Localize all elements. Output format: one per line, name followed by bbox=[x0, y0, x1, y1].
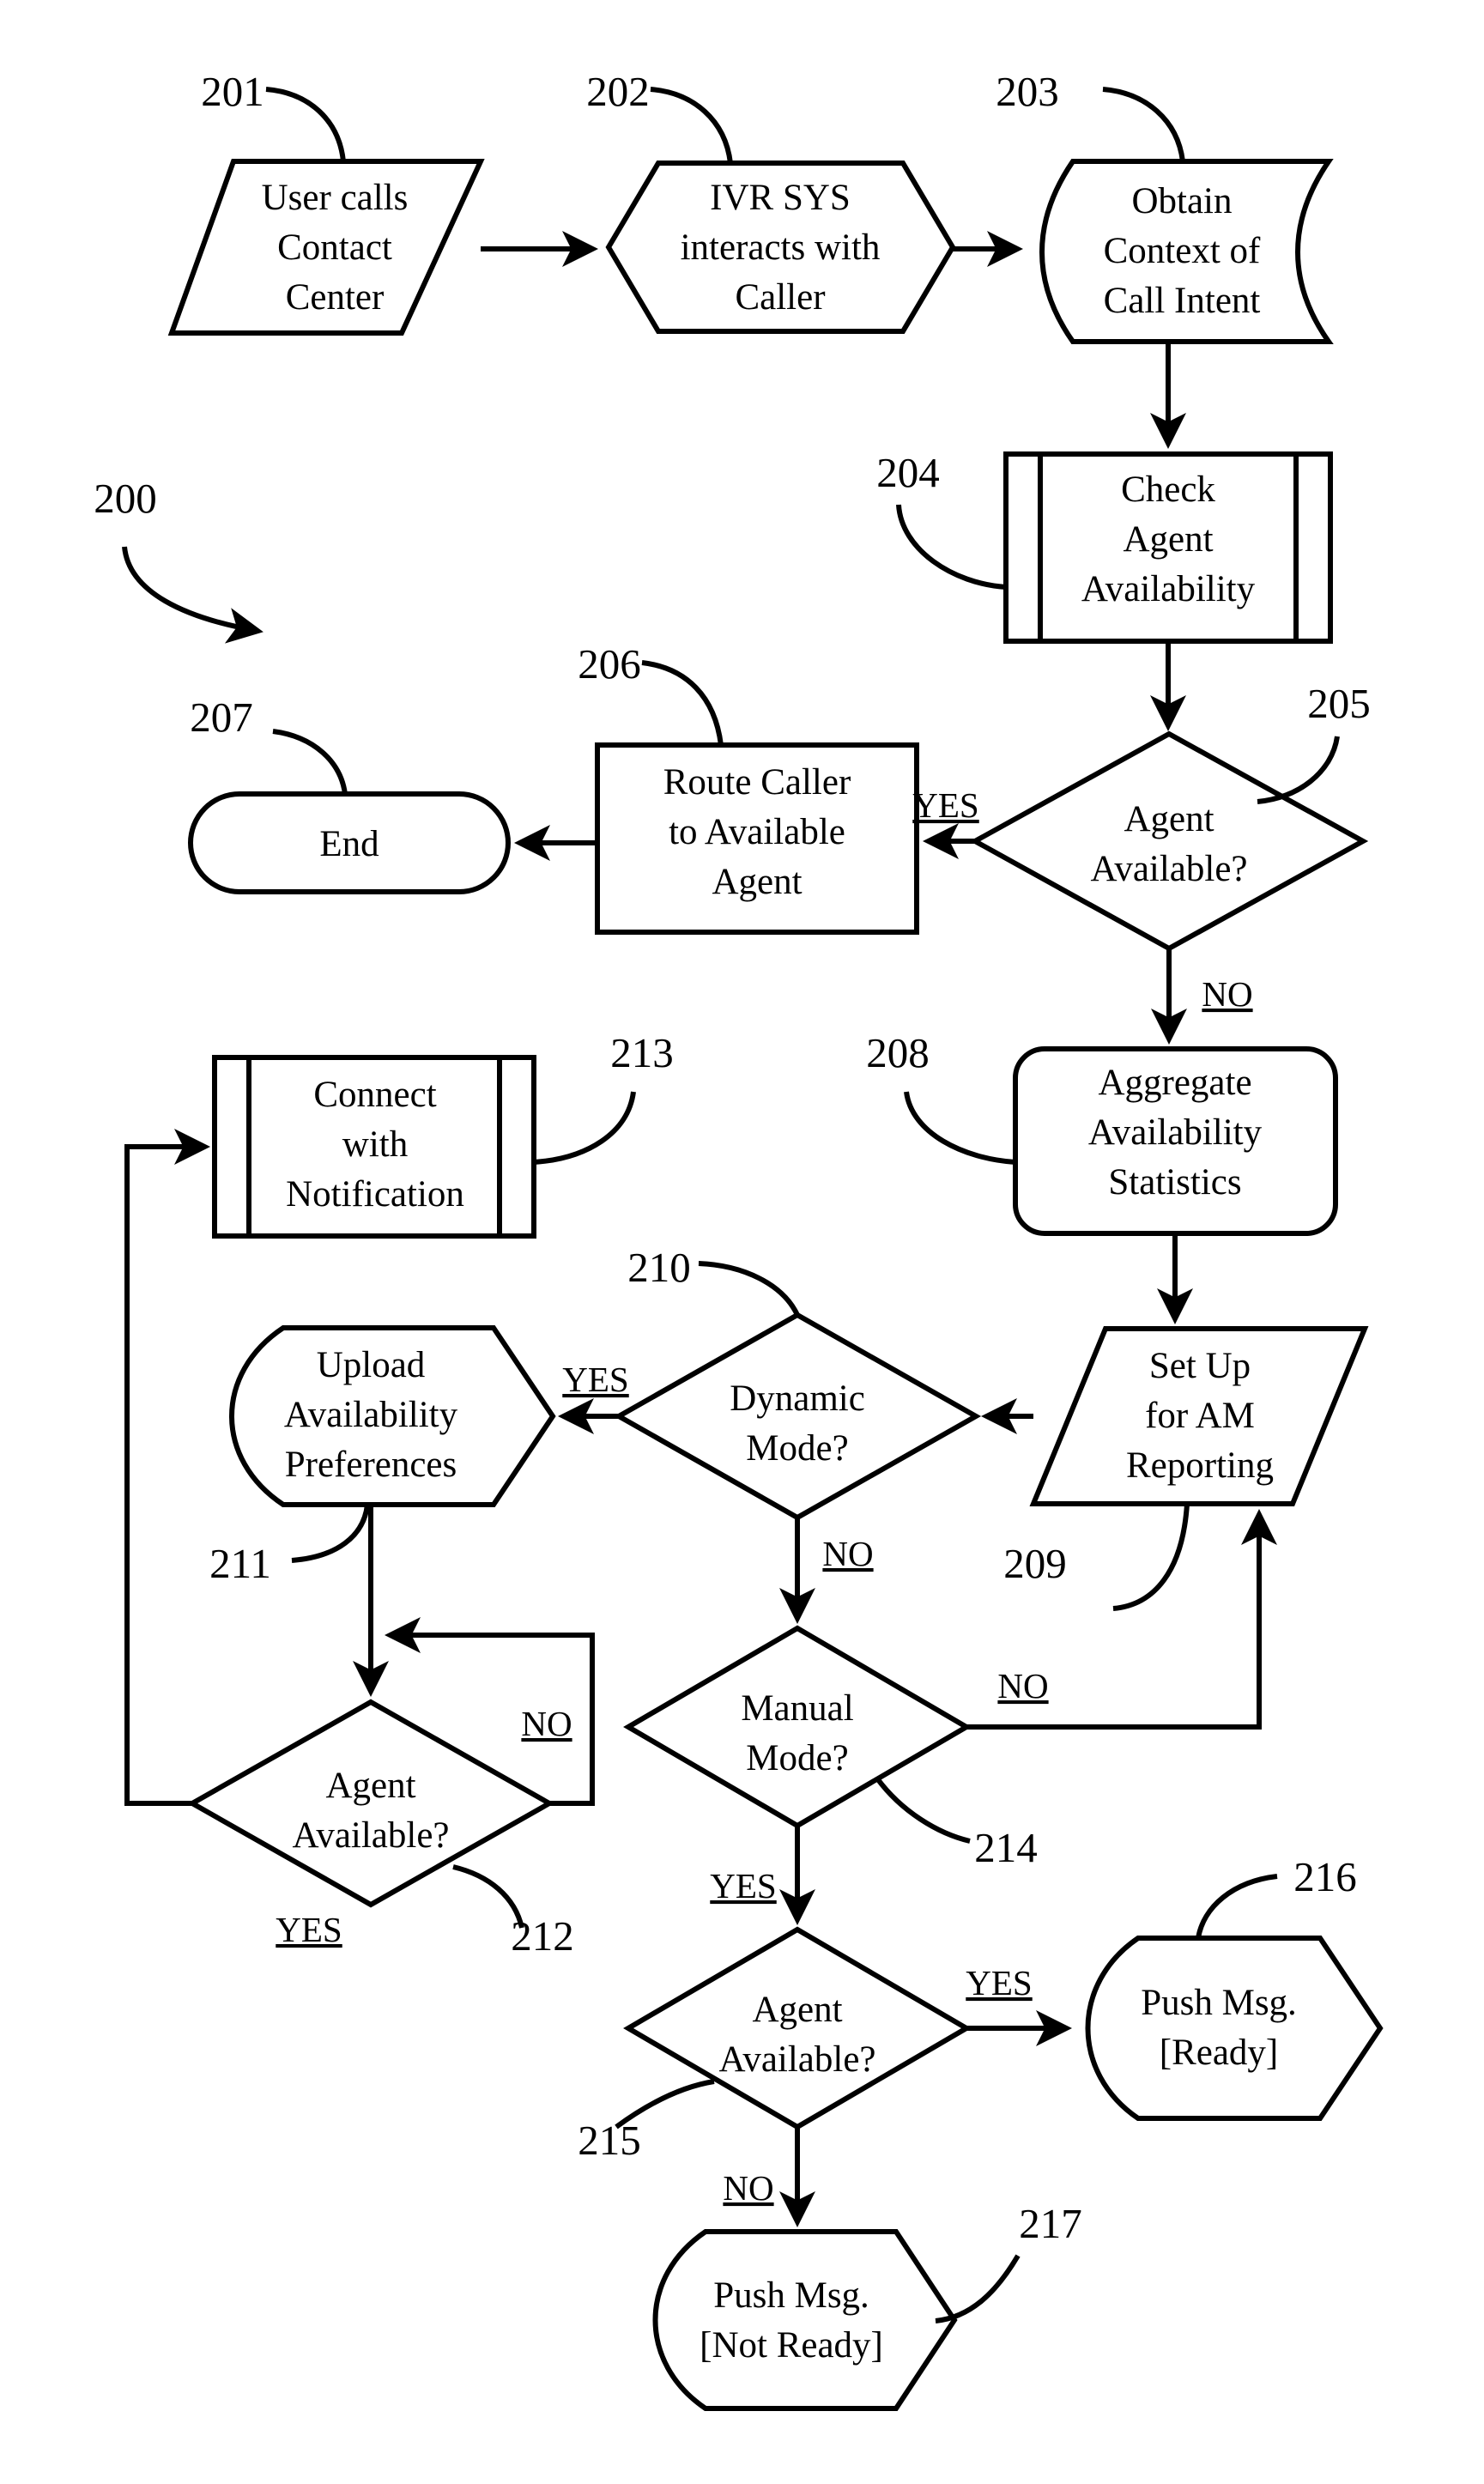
edge-label-212-yes: YES bbox=[276, 1910, 342, 1949]
node-208-line-2: Availability bbox=[1088, 1112, 1263, 1153]
edge-label-210-yes: YES bbox=[562, 1360, 628, 1399]
node-215-ref: 215 bbox=[578, 2117, 641, 2164]
node-201-line-3: Center bbox=[286, 277, 385, 318]
node-205-line-2: Available? bbox=[1090, 849, 1247, 889]
edge-label-215-no: NO bbox=[723, 2168, 773, 2208]
node-216-line-2: [Ready] bbox=[1160, 2033, 1279, 2073]
node-210-line-2: Mode? bbox=[746, 1428, 848, 1469]
node-213-line-3: Notification bbox=[286, 1174, 464, 1215]
node-201-ref: 201 bbox=[201, 68, 264, 115]
edge-label-205-yes: YES bbox=[912, 785, 978, 825]
node-211-ref: 211 bbox=[209, 1540, 271, 1587]
node-204-ref: 204 bbox=[876, 449, 940, 496]
node-201-line-2: Contact bbox=[277, 227, 392, 268]
node-213-line-1: Connect bbox=[313, 1075, 436, 1115]
node-204-line-2: Agent bbox=[1123, 519, 1213, 560]
node-202-ref: 202 bbox=[586, 68, 650, 115]
node-217-line-2: [Not Ready] bbox=[700, 2325, 883, 2366]
node-209-line-2: for AM bbox=[1145, 1396, 1255, 1436]
edge-label-210-no: NO bbox=[822, 1534, 873, 1573]
edge-label-214-no: NO bbox=[997, 1666, 1048, 1705]
node-202-line-3: Caller bbox=[735, 277, 825, 318]
node-205-line-1: Agent bbox=[1124, 799, 1214, 839]
node-202-line-1: IVR SYS bbox=[710, 178, 851, 218]
node-212-line-1: Agent bbox=[325, 1766, 415, 1806]
ref-200-label: 200 bbox=[94, 475, 157, 522]
node-202-line-2: interacts with bbox=[681, 227, 881, 268]
node-217-shape bbox=[652, 2229, 958, 2411]
node-208-line-1: Aggregate bbox=[1098, 1063, 1251, 1103]
node-211-line-1: Upload bbox=[317, 1345, 426, 1385]
node-206-line-1: Route Caller bbox=[663, 762, 851, 803]
node-212-line-2: Available? bbox=[292, 1815, 449, 1856]
node-209-line-3: Reporting bbox=[1126, 1445, 1274, 1486]
node-203-line-1: Obtain bbox=[1131, 181, 1232, 221]
node-209-line-1: Set Up bbox=[1149, 1346, 1251, 1386]
node-216-line-1: Push Msg. bbox=[1141, 1983, 1297, 2023]
node-215-line-1: Agent bbox=[752, 1990, 842, 2030]
node-201-line-1: User calls bbox=[262, 178, 409, 218]
edge-label-212-no: NO bbox=[521, 1704, 572, 1743]
node-210-line-1: Dynamic bbox=[730, 1378, 865, 1419]
node-207-ref: 207 bbox=[190, 694, 253, 741]
node-211-line-3: Preferences bbox=[285, 1445, 457, 1485]
node-207-line-1: End bbox=[319, 824, 379, 864]
flowchart-canvas: 200 User calls Contact Center 201 IVR SY… bbox=[0, 0, 1484, 2484]
node-213-line-2: with bbox=[342, 1124, 408, 1165]
node-206-line-3: Agent bbox=[712, 862, 802, 902]
node-205-ref: 205 bbox=[1307, 680, 1371, 727]
node-213-ref: 213 bbox=[610, 1029, 674, 1076]
node-204-line-3: Availability bbox=[1081, 569, 1256, 609]
node-204-line-1: Check bbox=[1121, 470, 1215, 510]
edge-label-205-no: NO bbox=[1202, 974, 1252, 1014]
node-209-ref: 209 bbox=[1003, 1540, 1067, 1587]
figure-sheet: 200 User calls Contact Center 201 IVR SY… bbox=[0, 0, 1484, 2484]
node-217-line-1: Push Msg. bbox=[713, 2275, 869, 2316]
node-210-ref: 210 bbox=[627, 1244, 691, 1291]
node-214-line-2: Mode? bbox=[746, 1738, 848, 1778]
node-216-ref: 216 bbox=[1293, 1853, 1357, 1900]
node-208-ref: 208 bbox=[866, 1029, 930, 1076]
edge-label-215-yes: YES bbox=[966, 1963, 1032, 2002]
node-214-line-1: Manual bbox=[741, 1688, 853, 1729]
node-206-ref: 206 bbox=[578, 640, 641, 688]
node-215-line-2: Available? bbox=[718, 2039, 875, 2080]
node-211-line-2: Availability bbox=[284, 1395, 458, 1435]
node-206-line-2: to Available bbox=[669, 812, 845, 852]
edge-label-214-yes: YES bbox=[710, 1866, 776, 1905]
node-203-line-2: Context of bbox=[1104, 231, 1261, 271]
node-214-ref: 214 bbox=[974, 1824, 1038, 1871]
node-203-ref: 203 bbox=[996, 68, 1059, 115]
node-217-ref: 217 bbox=[1019, 2200, 1082, 2247]
node-216-shape bbox=[1085, 1936, 1384, 2121]
node-208-line-3: Statistics bbox=[1108, 1162, 1241, 1203]
node-203-line-3: Call Intent bbox=[1104, 281, 1261, 321]
